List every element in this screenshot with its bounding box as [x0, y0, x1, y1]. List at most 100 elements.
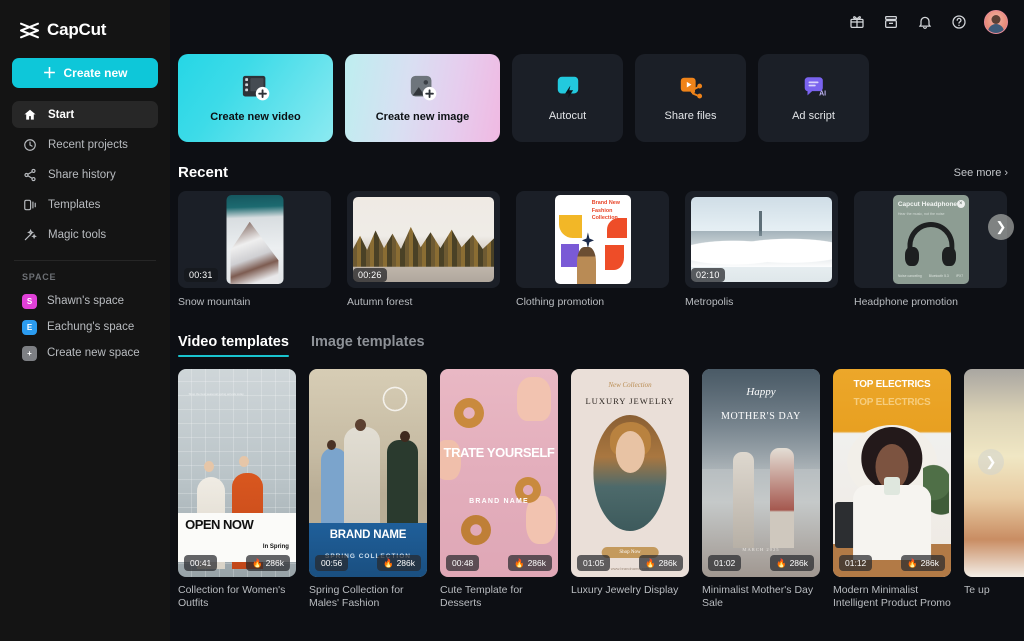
- see-more-label: See more: [954, 167, 1002, 179]
- recent-thumbnail: 00:31: [178, 191, 331, 288]
- help-icon[interactable]: [950, 13, 968, 31]
- tab-image-templates[interactable]: Image templates: [311, 334, 425, 357]
- recent-item-autumn-forest[interactable]: 00:26 Autumn forest: [347, 191, 500, 308]
- templates-carousel-next-button[interactable]: ❯: [978, 449, 1004, 475]
- sidebar-item-recent-projects-label: Recent projects: [48, 139, 128, 151]
- duration-badge: 01:02: [708, 555, 741, 571]
- bell-icon[interactable]: [916, 13, 934, 31]
- close-icon[interactable]: ×: [957, 200, 965, 208]
- create-new-button[interactable]: ＋ Create new: [12, 58, 158, 88]
- duration-badge: 01:12: [839, 555, 872, 571]
- flame-icon: 🔥: [514, 558, 525, 569]
- thumbnail-art: BRAND NAME SPRING COLLECTION: [309, 369, 427, 577]
- sidebar-item-share-history-label: Share history: [48, 169, 116, 181]
- capcut-logo-icon: [19, 22, 40, 39]
- thumbnail-subtext: In Spring: [263, 544, 289, 550]
- likes-count: 286k: [266, 558, 284, 568]
- brand-name: CapCut: [47, 20, 106, 40]
- autocut-label: Autocut: [549, 110, 586, 122]
- template-thumbnail: Shop the best seasonal spring arrivals t…: [178, 369, 296, 577]
- thumbnail-art: [226, 195, 283, 284]
- template-item-partial[interactable]: Te up: [964, 369, 1024, 611]
- home-icon: [22, 107, 37, 122]
- thumbnail-art: Capcut Headphone Hear the music, not the…: [893, 195, 969, 284]
- recent-item-clothing-promotion[interactable]: Brand New Fashion Collection. Clothing p…: [516, 191, 669, 308]
- likes-badge: 🔥 286k: [639, 555, 683, 571]
- template-item-label: Cute Template for Desserts: [440, 584, 558, 611]
- clock-icon: [22, 137, 37, 152]
- recent-item-headphone-promotion[interactable]: Capcut Headphone Hear the music, not the…: [854, 191, 1007, 308]
- templates-icon: [22, 197, 37, 212]
- likes-badge: 🔥 286k: [508, 555, 552, 571]
- templates-tabs: Video templates Image templates: [170, 308, 1024, 357]
- thumbnail-headline: LUXURY JEWELRY: [571, 396, 689, 406]
- main-content: Create new video Create new image: [170, 0, 1024, 641]
- template-item-males-fashion[interactable]: BRAND NAME SPRING COLLECTION 00:56 🔥 286…: [309, 369, 427, 611]
- template-item-desserts[interactable]: TRATE YOURSELF BRAND NAME 00:48 🔥 286k C…: [440, 369, 558, 611]
- plus-icon: +: [22, 346, 37, 361]
- tab-video-templates[interactable]: Video templates: [178, 334, 289, 357]
- recent-thumbnail: 02:10: [685, 191, 838, 288]
- avatar[interactable]: [984, 10, 1008, 34]
- content-area: Create new video Create new image: [170, 44, 1024, 611]
- template-thumbnail: New Collection LUXURY JEWELRY Shop Now w…: [571, 369, 689, 577]
- recent-carousel-next-button[interactable]: ❯: [988, 214, 1014, 240]
- space-item-eachung[interactable]: E Eachung's space: [0, 314, 170, 340]
- sidebar-item-start[interactable]: Start: [12, 101, 158, 128]
- chevron-right-icon: ›: [1004, 167, 1008, 179]
- ad-script-card[interactable]: AI Ad script: [758, 54, 869, 142]
- ad-script-ai-icon: AI: [801, 74, 827, 100]
- plus-icon: ＋: [42, 66, 56, 80]
- template-item-luxury-jewelry[interactable]: New Collection LUXURY JEWELRY Shop Now w…: [571, 369, 689, 611]
- gift-icon[interactable]: [848, 13, 866, 31]
- recent-item-snow-mountain[interactable]: 00:31 Snow mountain: [178, 191, 331, 308]
- likes-badge: 🔥 286k: [246, 555, 290, 571]
- thumbnail-title: Capcut Headphone: [898, 201, 957, 208]
- thumbnail-subtext: TOP ELECTRICS: [833, 397, 951, 408]
- thumbnail-date: MARCH 2025: [702, 547, 820, 552]
- recent-item-label: Snow mountain: [178, 296, 331, 308]
- sidebar-item-templates[interactable]: Templates: [12, 191, 158, 218]
- see-more-button[interactable]: See more ›: [954, 167, 1008, 179]
- create-new-image-card[interactable]: Create new image: [345, 54, 500, 142]
- space-item-shawn-label: Shawn's space: [47, 295, 124, 307]
- action-cards: Create new video Create new image: [170, 44, 1024, 142]
- flame-icon: 🔥: [907, 558, 918, 569]
- thumbnail-headline: OPEN NOW: [185, 517, 253, 532]
- autocut-card[interactable]: Autocut: [512, 54, 623, 142]
- likes-badge: 🔥 286k: [770, 555, 814, 571]
- thumbnail-headline: MOTHER'S DAY: [702, 411, 820, 422]
- space-heading: SPACE: [0, 261, 170, 288]
- svg-text:AI: AI: [819, 90, 826, 97]
- thumbnail-headline: TRATE YOURSELF: [440, 446, 558, 460]
- recent-item-metropolis[interactable]: 02:10 Metropolis: [685, 191, 838, 308]
- duration-badge: 00:56: [315, 555, 348, 571]
- recent-thumbnail: Capcut Headphone Hear the music, not the…: [854, 191, 1007, 288]
- thumbnail-art: Brand New Fashion Collection.: [555, 195, 631, 284]
- thumbnail-headline: TOP ELECTRICS: [833, 379, 951, 390]
- template-item-womens-outfits[interactable]: Shop the best seasonal spring arrivals t…: [178, 369, 296, 611]
- thumbnail-overlay-text: Brand New Fashion Collection.: [592, 200, 627, 222]
- likes-badge: 🔥 286k: [901, 555, 945, 571]
- template-item-label: Te up: [964, 584, 1024, 597]
- duration-badge: 01:05: [577, 555, 610, 571]
- capcut-app: CapCut ＋ Create new Start Recent project…: [0, 0, 1024, 641]
- inbox-icon[interactable]: [882, 13, 900, 31]
- feature-label: Noise canceling: [898, 274, 922, 278]
- sidebar-item-magic-tools[interactable]: Magic tools: [12, 221, 158, 248]
- duration-badge: 00:48: [446, 555, 479, 571]
- create-new-video-card[interactable]: Create new video: [178, 54, 333, 142]
- template-thumbnail: TOP ELECTRICS TOP ELECTRICS 01:12 🔥 286k: [833, 369, 951, 577]
- create-new-space-button[interactable]: + Create new space: [0, 340, 170, 366]
- create-new-image-label: Create new image: [376, 111, 470, 123]
- templates-carousel: Shop the best seasonal spring arrivals t…: [170, 357, 1024, 611]
- sidebar-item-share-history[interactable]: Share history: [12, 161, 158, 188]
- share-files-card[interactable]: Share files: [635, 54, 746, 142]
- space-item-shawn[interactable]: S Shawn's space: [0, 288, 170, 314]
- sidebar-item-magic-tools-label: Magic tools: [48, 229, 106, 241]
- sidebar-item-recent-projects[interactable]: Recent projects: [12, 131, 158, 158]
- template-item-product-promo[interactable]: TOP ELECTRICS TOP ELECTRICS 01:12 🔥 286k: [833, 369, 951, 611]
- template-item-mothers-day[interactable]: Happy MOTHER'S DAY MARCH 2025 01:02 🔥 28…: [702, 369, 820, 611]
- template-thumbnail: TRATE YOURSELF BRAND NAME 00:48 🔥 286k: [440, 369, 558, 577]
- ad-script-label: Ad script: [792, 110, 835, 122]
